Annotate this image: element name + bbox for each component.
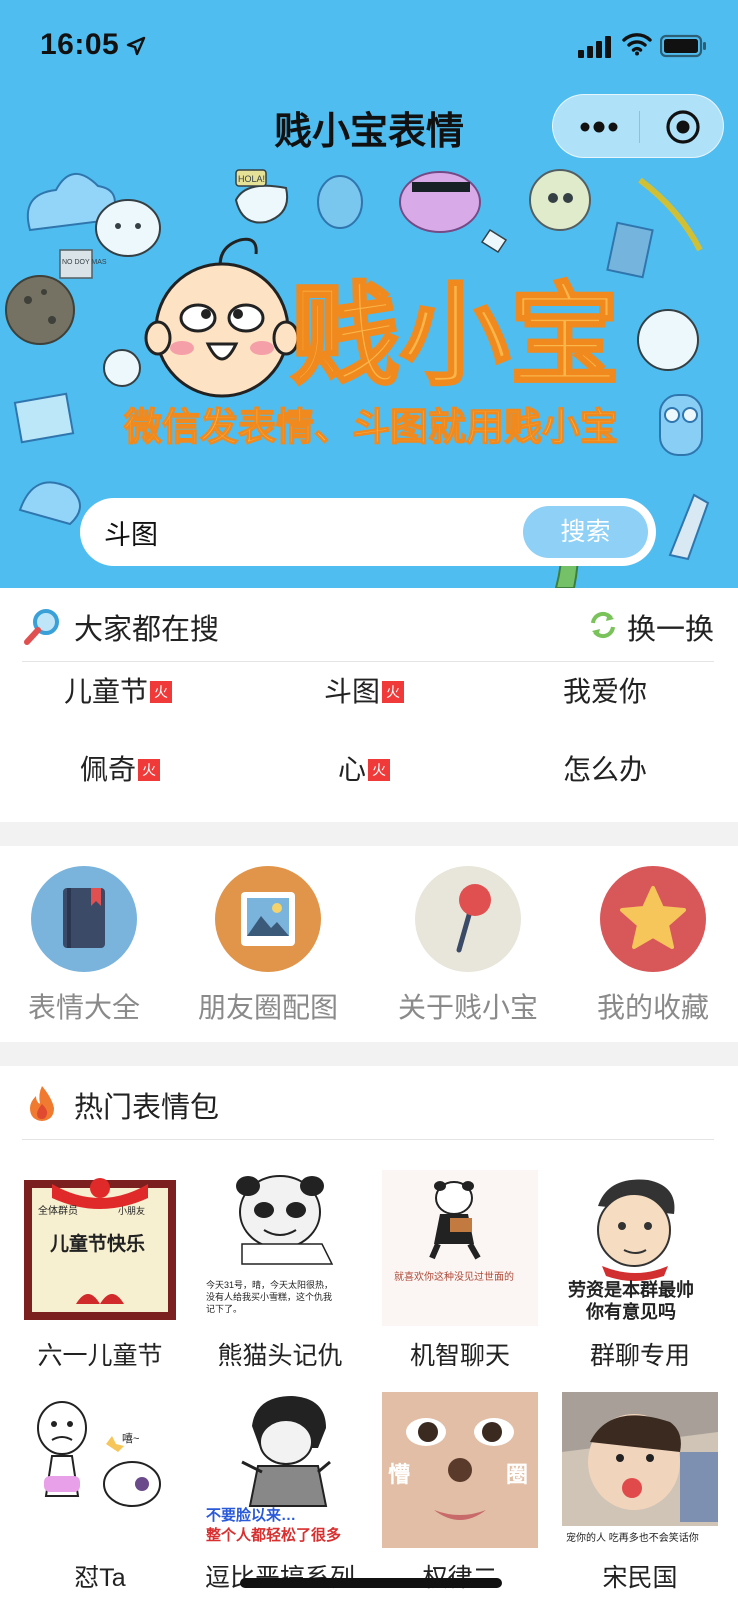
feature-about[interactable]: 关于贱小宝 bbox=[388, 866, 548, 1036]
feature-label: 朋友圈配图 bbox=[197, 992, 338, 1023]
pack-card[interactable]: 今天31号，晴，今天太阳很热， 没有人给我买小雪糕，这个仇我 记下了。 熊猫头记… bbox=[202, 1170, 358, 1380]
thumb-text: 小朋友 bbox=[118, 1205, 145, 1216]
pack-card[interactable]: 就喜欢你这种没见过世面的 机智聊天 bbox=[382, 1170, 538, 1380]
hot-badge: 火 bbox=[138, 759, 161, 781]
pack-card[interactable]: 嘻~ 怼Ta bbox=[22, 1392, 178, 1600]
banner-slogan: 微信发表情、斗图就用贱小宝 bbox=[123, 407, 618, 449]
thumb-text: 宠你的人 吃再多也不会笑话你 bbox=[566, 1531, 699, 1544]
hot-packs-section: 热门表情包 全体群员 小朋友 儿童节快乐 六一儿童节 今天31号，晴，今天太阳很… bbox=[0, 1066, 738, 1600]
pack-thumbnail: 不要脸以来… 整个人都轻松了很多 bbox=[202, 1392, 358, 1548]
pack-thumbnail: 宠你的人 吃再多也不会笑话你 bbox=[562, 1392, 718, 1548]
thumb-text: 嘻~ bbox=[122, 1432, 139, 1445]
hot-search-header: 大家都在搜 换一换 bbox=[22, 588, 714, 662]
pack-name: 怼Ta bbox=[74, 1564, 126, 1592]
thumb-text: 今天31号，晴，今天太阳很热， bbox=[206, 1279, 333, 1290]
keyword-text: 心 bbox=[338, 754, 367, 785]
pack-thumbnail: 劳资是本群最帅 你有意见吗 bbox=[562, 1170, 718, 1326]
hot-search-title: 大家都在搜 bbox=[74, 614, 220, 646]
sticker-text-no-doy-mas: NO DOY MAS bbox=[62, 259, 107, 266]
pin-icon bbox=[415, 866, 521, 972]
star-icon bbox=[600, 866, 706, 972]
hot-packs-title: 热门表情包 bbox=[74, 1092, 220, 1124]
thumb-text: 记下了。 bbox=[206, 1304, 242, 1314]
hot-badge: 火 bbox=[150, 681, 173, 703]
flame-icon bbox=[30, 1086, 54, 1121]
hot-packs-header: 热门表情包 bbox=[22, 1066, 714, 1140]
search-input[interactable] bbox=[104, 498, 494, 566]
status-time: 16:05 bbox=[40, 28, 120, 61]
home-indicator[interactable] bbox=[240, 1578, 502, 1588]
keyword-item[interactable]: 佩奇火 bbox=[80, 750, 161, 790]
thumb-text: 就喜欢你这种没见过世面的 bbox=[394, 1270, 514, 1283]
keyword-item[interactable]: 斗图火 bbox=[324, 672, 405, 712]
header-banner-area: 16:05 贱小宝表情 HOLA! NO DOY MAS 贱小宝 微信发表情、斗… bbox=[0, 0, 738, 588]
hot-search-section: 大家都在搜 换一换 儿童节火 斗图火 我爱你 佩奇火 心火 怎么办 bbox=[0, 588, 738, 822]
search-box: 搜索 bbox=[80, 498, 656, 566]
thumb-text: 劳资是本群最帅 bbox=[568, 1279, 694, 1300]
feature-label: 我的收藏 bbox=[596, 992, 709, 1023]
feature-label: 表情大全 bbox=[27, 992, 140, 1023]
location-arrow-icon bbox=[126, 36, 146, 56]
wifi-icon bbox=[622, 33, 652, 56]
keyword-text: 儿童节 bbox=[64, 676, 149, 707]
pack-name: 宋民国 bbox=[602, 1564, 678, 1592]
refresh-label: 换一换 bbox=[626, 614, 714, 646]
keyword-item[interactable]: 怎么办 bbox=[563, 750, 647, 790]
pack-thumbnail: 今天31号，晴，今天太阳很热， 没有人给我买小雪糕，这个仇我 记下了。 bbox=[202, 1170, 358, 1326]
feature-favorites[interactable]: 我的收藏 bbox=[573, 866, 733, 1036]
pack-card[interactable]: 懵 圈 权律二 bbox=[382, 1392, 538, 1600]
close-mini-program-icon[interactable] bbox=[665, 109, 701, 145]
thumb-text: 全体群员 bbox=[38, 1204, 78, 1217]
battery-icon bbox=[660, 34, 706, 58]
status-bar: 16:05 bbox=[0, 0, 738, 88]
hot-badge: 火 bbox=[368, 759, 391, 781]
pack-card[interactable]: 劳资是本群最帅 你有意见吗 群聊专用 bbox=[562, 1170, 718, 1380]
pack-name: 权律二 bbox=[362, 1558, 558, 1594]
pack-name: 熊猫头记仇 bbox=[217, 1342, 343, 1370]
pack-thumbnail: 全体群员 小朋友 儿童节快乐 bbox=[22, 1170, 178, 1326]
thumb-text: 儿童节快乐 bbox=[49, 1232, 145, 1255]
hot-badge: 火 bbox=[382, 681, 405, 703]
feature-entries: 表情大全 朋友圈配图 关于贱小宝 我的收藏 bbox=[0, 846, 738, 1042]
keyword-text: 我爱你 bbox=[563, 676, 648, 707]
pack-card[interactable]: 不要脸以来… 整个人都轻松了很多 逗比恶搞系列 bbox=[202, 1392, 358, 1600]
cellular-signal-icon bbox=[578, 36, 611, 58]
keyword-text: 怎么办 bbox=[563, 754, 648, 785]
pack-card[interactable]: 全体群员 小朋友 儿童节快乐 六一儿童节 bbox=[22, 1170, 178, 1380]
keyword-text: 斗图 bbox=[324, 676, 381, 707]
sticker-text-hola: HOLA! bbox=[238, 174, 265, 184]
pack-name: 六一儿童节 bbox=[37, 1342, 163, 1370]
feature-emoji-library[interactable]: 表情大全 bbox=[4, 866, 164, 1036]
thumb-text: 你有意见吗 bbox=[585, 1301, 676, 1322]
book-icon bbox=[31, 866, 137, 972]
pack-name: 机智聊天 bbox=[409, 1342, 510, 1370]
mini-program-capsule bbox=[552, 94, 724, 158]
image-icon bbox=[215, 866, 321, 972]
feature-label: 关于贱小宝 bbox=[397, 992, 538, 1023]
thumb-text: 不要脸以来… bbox=[206, 1506, 296, 1524]
thumb-text: 整个人都轻松了很多 bbox=[206, 1526, 341, 1544]
pack-name: 群聊专用 bbox=[589, 1342, 690, 1370]
baby-character bbox=[144, 237, 300, 398]
thumb-text: 圈 bbox=[506, 1462, 528, 1487]
feature-moments-images[interactable]: 朋友圈配图 bbox=[188, 866, 348, 1036]
pack-name: 逗比恶搞系列 bbox=[182, 1558, 378, 1594]
keyword-item[interactable]: 儿童节火 bbox=[64, 672, 173, 712]
search-button[interactable]: 搜索 bbox=[523, 506, 648, 558]
pack-thumbnail: 嘻~ bbox=[22, 1392, 178, 1548]
capsule-divider bbox=[639, 111, 640, 143]
refresh-icon bbox=[591, 611, 615, 639]
keyword-item[interactable]: 心火 bbox=[338, 750, 391, 790]
thumb-text: 懵 bbox=[388, 1462, 410, 1487]
keyword-text: 佩奇 bbox=[80, 754, 137, 785]
pack-thumbnail: 懵 圈 bbox=[382, 1392, 538, 1548]
banner-logo-text: 贱小宝 bbox=[290, 275, 620, 398]
pack-card[interactable]: 宠你的人 吃再多也不会笑话你 宋民国 bbox=[562, 1392, 718, 1600]
more-options-icon[interactable] bbox=[575, 113, 623, 141]
thumb-text: 没有人给我买小雪糕，这个仇我 bbox=[206, 1291, 332, 1302]
magnifier-icon bbox=[24, 609, 59, 645]
keyword-item[interactable]: 我爱你 bbox=[563, 672, 647, 712]
pack-thumbnail: 就喜欢你这种没见过世面的 bbox=[382, 1170, 538, 1326]
